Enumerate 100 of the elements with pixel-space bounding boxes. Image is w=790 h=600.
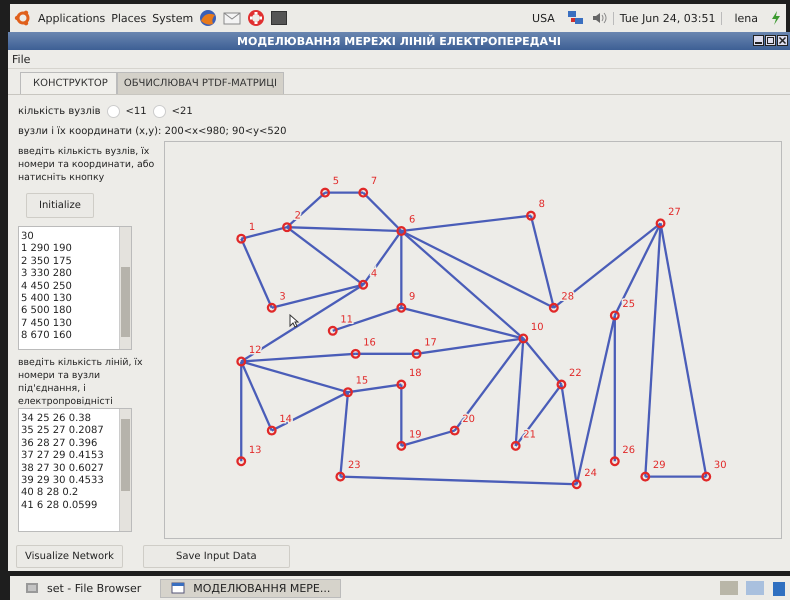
text-line: 36 28 27 0.396 bbox=[21, 438, 98, 450]
node-label: 8 bbox=[538, 199, 545, 210]
window-icon bbox=[25, 582, 39, 594]
mouse-cursor-icon bbox=[289, 314, 299, 328]
text-line: 6 500 180 bbox=[21, 305, 73, 318]
taskbar-item[interactable]: МОДЕЛЮВАННЯ МЕРЕ... bbox=[160, 578, 342, 598]
network-node bbox=[518, 333, 528, 344]
tab[interactable]: КОНСТРУКТОР bbox=[20, 72, 117, 94]
network-node bbox=[236, 234, 246, 244]
radio-button[interactable] bbox=[106, 105, 120, 118]
node-label: 30 bbox=[714, 460, 727, 472]
maximize-icon[interactable] bbox=[765, 35, 776, 46]
ubuntu-logo-icon[interactable] bbox=[14, 10, 32, 26]
node-label: 27 bbox=[668, 206, 681, 218]
text-line: 4 450 250 bbox=[21, 280, 73, 294]
panel-menu[interactable]: Places bbox=[111, 12, 146, 24]
node-label: 23 bbox=[348, 460, 361, 472]
text-line: 39 29 30 0.4533 bbox=[21, 475, 105, 488]
instruction-text: введіть кількість ліній, їх номери та вузли під'єднання, і електропровідністі bbox=[18, 356, 144, 408]
text-line: 40 8 28 0.2 bbox=[21, 487, 80, 500]
instruction-text: введіть кількість вузлів, їх номери та координати, або натисніть кнопку bbox=[18, 145, 156, 184]
node-label: 11 bbox=[340, 314, 353, 326]
network-node bbox=[610, 310, 620, 320]
initialize-button[interactable]: Initialize bbox=[26, 193, 94, 218]
node-label: 13 bbox=[248, 444, 262, 456]
node-label: 15 bbox=[356, 376, 368, 387]
node-label: 4 bbox=[370, 268, 378, 280]
tab[interactable]: ОБЧИСЛЮВАЧ PTDF-МАТРИЦІ bbox=[116, 72, 284, 94]
lifebuoy-icon[interactable] bbox=[247, 9, 266, 27]
network-icon[interactable] bbox=[566, 10, 585, 26]
minimize-icon[interactable] bbox=[753, 35, 764, 46]
node-label: 22 bbox=[569, 368, 582, 380]
node-label: 6 bbox=[408, 214, 416, 226]
node-label: 10 bbox=[530, 322, 544, 334]
globe-icon[interactable] bbox=[199, 9, 218, 27]
network-node bbox=[266, 302, 277, 313]
panel-menu[interactable]: Applications bbox=[38, 12, 106, 24]
network-node bbox=[396, 380, 406, 390]
node-label: 21 bbox=[523, 429, 536, 440]
network-node bbox=[236, 356, 246, 366]
node-label: 19 bbox=[408, 429, 422, 440]
visualize-network-button[interactable]: Visualize Network bbox=[16, 545, 123, 568]
network-node bbox=[350, 348, 361, 359]
text-area[interactable]: 30 1 290 190 2 350 175 3 330 280 4 450 250 5 400 130 6 500 180 7 450 130 8 670 160 bbox=[18, 226, 132, 350]
network-node bbox=[266, 426, 277, 436]
text-line: 30 bbox=[21, 231, 35, 244]
network-node bbox=[328, 326, 338, 336]
network-node bbox=[358, 188, 368, 198]
scrollbar[interactable] bbox=[119, 227, 131, 349]
window-icon bbox=[171, 582, 186, 594]
keyboard-layout[interactable]: USA bbox=[526, 12, 561, 24]
close-icon[interactable] bbox=[777, 35, 788, 46]
network-node bbox=[236, 456, 246, 466]
node-label: 18 bbox=[408, 368, 422, 380]
network-node bbox=[548, 302, 559, 313]
network-node bbox=[358, 280, 368, 290]
scrollbar[interactable] bbox=[119, 409, 131, 531]
text-line: 35 25 27 0.2087 bbox=[21, 425, 105, 438]
network-node bbox=[282, 222, 292, 232]
network-node bbox=[335, 472, 346, 482]
text-line: 1 290 190 bbox=[21, 243, 73, 256]
node-label: 3 bbox=[279, 291, 286, 302]
window-title: МОДЕЛЮВАННЯ МЕРЕЖІ ЛІНІЙ ЕЛЕКТРОПЕРЕДАЧІ bbox=[237, 34, 561, 48]
network-node bbox=[572, 479, 582, 490]
network-node bbox=[412, 348, 422, 359]
workspace-switcher[interactable] bbox=[746, 581, 764, 595]
panel-menu[interactable]: System bbox=[152, 12, 194, 24]
node-label: 9 bbox=[408, 291, 416, 302]
text-line: 5 400 130 bbox=[21, 293, 73, 306]
text-line: 7 450 130 bbox=[21, 318, 73, 330]
text-line: 8 670 160 bbox=[21, 330, 73, 343]
node-label: 26 bbox=[622, 444, 636, 456]
node-label: 5 bbox=[332, 176, 340, 188]
speaker-icon[interactable] bbox=[590, 10, 607, 26]
node-label: 20 bbox=[462, 414, 475, 426]
trash-icon[interactable] bbox=[772, 579, 786, 597]
network-node bbox=[610, 456, 620, 466]
save-input-data-button[interactable]: Save Input Data bbox=[142, 545, 290, 568]
text-line: 3 330 280 bbox=[21, 268, 73, 281]
radio-label[interactable]: <21 bbox=[172, 106, 193, 117]
radio-label[interactable]: <11 bbox=[126, 106, 147, 117]
radio-button[interactable] bbox=[152, 105, 166, 118]
text-line: 2 350 175 bbox=[21, 256, 73, 268]
network-node bbox=[320, 188, 330, 198]
user-name[interactable]: lena bbox=[728, 12, 764, 24]
network-node bbox=[640, 472, 650, 482]
network-node bbox=[556, 380, 566, 390]
text-line: 34 25 26 0.38 bbox=[21, 413, 92, 426]
terminal-icon[interactable] bbox=[271, 11, 288, 25]
network-node bbox=[510, 440, 521, 451]
text-area[interactable]: 34 25 26 0.38 35 25 27 0.2087 36 28 27 0.396 37 27 29 0.4153 38 27 30 0.6027 39 29 30 0.4533 40 8 28 0.2 41 6 28 0.0599 bbox=[18, 408, 132, 532]
node-label: 14 bbox=[279, 414, 292, 426]
network-node bbox=[396, 302, 406, 313]
panel-clock[interactable]: Tue Jun 24, 03:51 bbox=[612, 12, 722, 24]
mail-icon[interactable] bbox=[223, 10, 242, 26]
network-node bbox=[396, 226, 406, 236]
menu-item[interactable]: File bbox=[12, 52, 30, 66]
workspace-switcher[interactable] bbox=[720, 581, 738, 595]
power-icon[interactable] bbox=[770, 10, 782, 26]
network-node bbox=[396, 440, 406, 451]
